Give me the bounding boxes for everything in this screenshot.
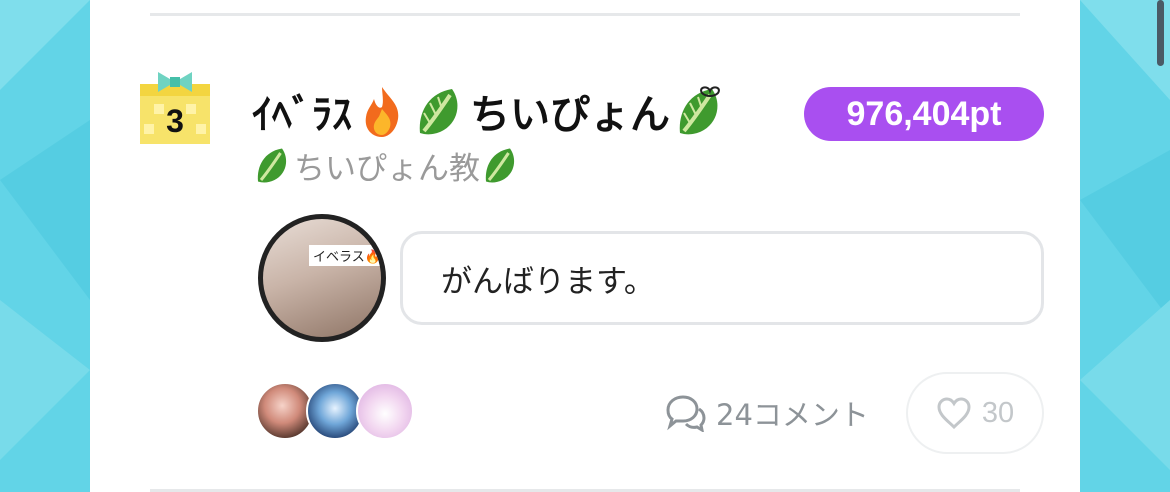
avatar-tag: イベラス🔥‼ bbox=[309, 245, 381, 266]
leafy-green-emoji-icon bbox=[257, 148, 287, 183]
heart-outline-icon bbox=[937, 397, 971, 429]
supporter-avatar[interactable] bbox=[356, 382, 414, 440]
fire-emoji-icon bbox=[365, 87, 399, 137]
like-count: 30 bbox=[981, 396, 1015, 429]
like-button[interactable]: 30 bbox=[906, 372, 1044, 454]
scrollbar-thumb[interactable] bbox=[1157, 0, 1164, 66]
name-main: ちいぴょん bbox=[470, 92, 670, 138]
leafy-green-emoji-icon bbox=[679, 86, 720, 135]
message-text: がんばります。 bbox=[441, 263, 655, 300]
ranking-entry-card: 3 ｲﾍﾞﾗｽ ちいぴょん 976,404pt ちいぴょん教 イベラス🔥‼ がん… bbox=[90, 0, 1080, 492]
name-prefix: ｲﾍﾞﾗｽ bbox=[252, 92, 352, 138]
subtitle-text: ちいぴょん教 bbox=[294, 150, 480, 187]
comments-link[interactable]: 24コメント bbox=[664, 390, 869, 436]
background-right-pattern bbox=[1080, 0, 1170, 492]
message-bubble: がんばります。 bbox=[400, 231, 1044, 325]
divider-top bbox=[150, 13, 1020, 16]
rank-number: 3 bbox=[166, 103, 184, 139]
rank-badge: 3 bbox=[138, 70, 212, 146]
leafy-green-emoji-icon bbox=[485, 148, 515, 183]
comments-count: 24コメント bbox=[716, 398, 869, 432]
points-badge: 976,404pt bbox=[804, 87, 1044, 141]
user-avatar[interactable]: イベラス🔥‼ bbox=[258, 214, 386, 342]
background-left-pattern bbox=[0, 0, 90, 492]
user-name[interactable]: ｲﾍﾞﾗｽ ちいぴょん bbox=[252, 80, 728, 142]
speech-bubbles-icon bbox=[666, 395, 706, 432]
leafy-green-emoji-icon bbox=[419, 89, 458, 135]
user-subtitle: ちいぴょん教 bbox=[252, 143, 522, 187]
